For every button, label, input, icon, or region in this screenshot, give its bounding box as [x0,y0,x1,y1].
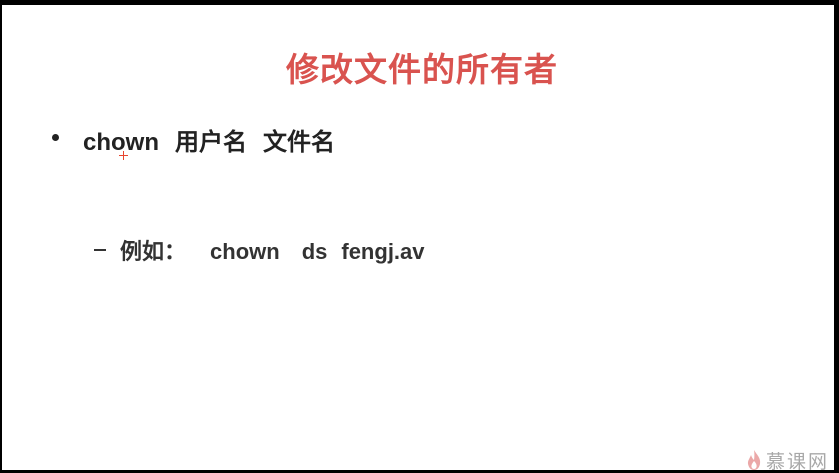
bullet-dot [52,134,59,141]
example-file: fengj.av [341,239,425,264]
example-label: 例如： [120,239,187,264]
flame-icon [747,450,761,470]
example-user: ds [301,239,328,264]
watermark-text: 慕课网 [766,450,830,471]
sub-bullet-dash [94,249,106,251]
bullet-arg-file: 文件名 [263,129,335,156]
slide-title: 修改文件的所有者 [286,50,558,89]
bullet-arg-user: 用户名 [175,129,247,156]
watermark: 慕课网 [746,448,829,470]
mouse-cursor-icon [119,151,128,160]
video-frame: 修改文件的所有者 chown 用户名 文件名 例如： chown ds fengj.av … [0,0,839,473]
example-command: chown [210,239,280,264]
sub-bullet-example: 例如： chown ds fengj.av [120,234,425,266]
slide: 修改文件的所有者 chown 用户名 文件名 例如： chown ds fengj.av … [2,5,834,470]
